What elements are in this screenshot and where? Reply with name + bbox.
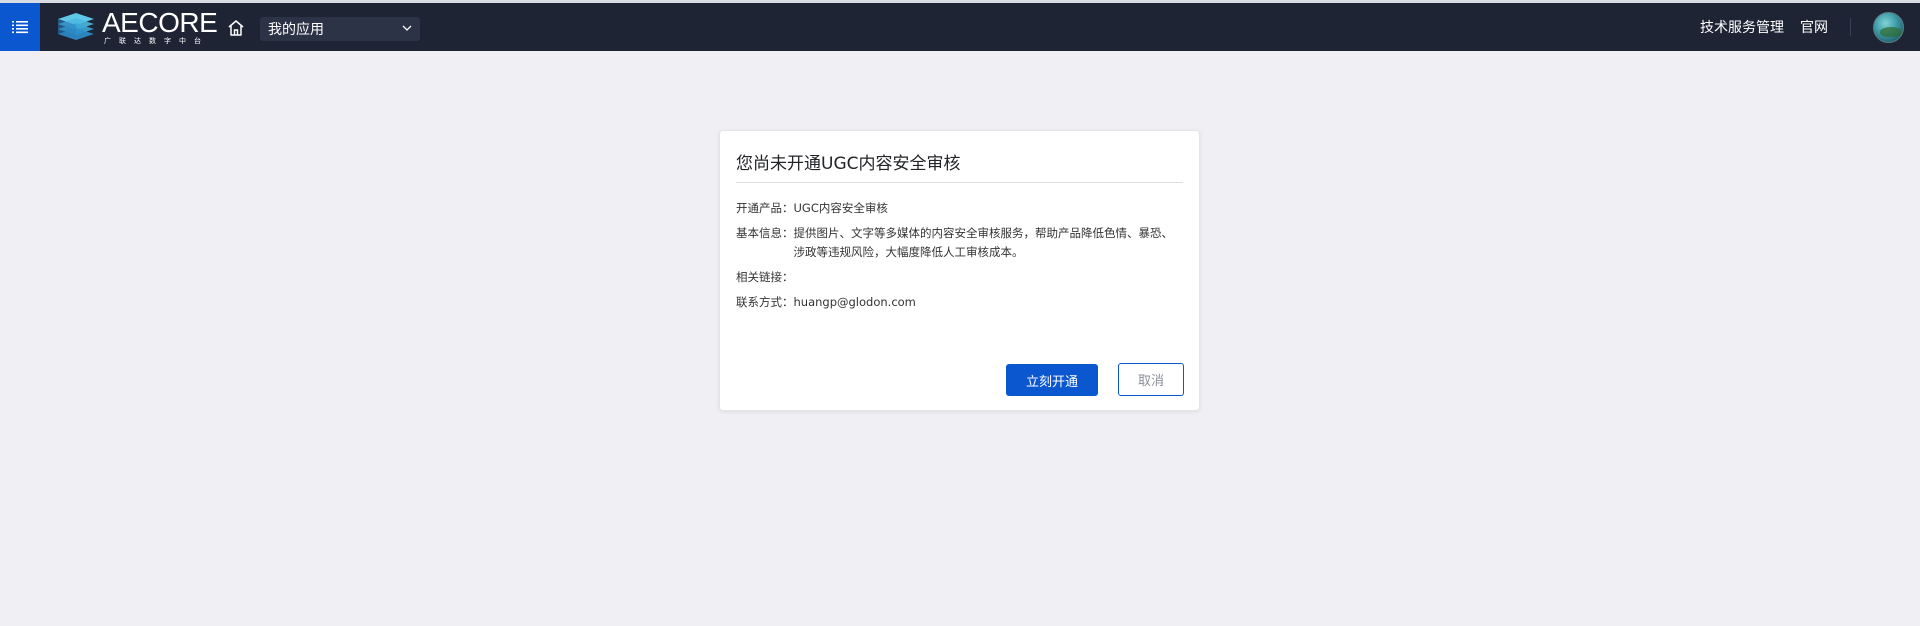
info-label: 联系方式： <box>736 295 794 309</box>
info-value: huangp@glodon.com <box>793 295 916 309</box>
chevron-down-icon <box>402 25 412 31</box>
dialog-divider <box>736 182 1183 183</box>
nav-link-official-site[interactable]: 官网 <box>1800 17 1828 37</box>
user-avatar[interactable] <box>1873 11 1904 43</box>
info-row-contact: 联系方式： huangp@glodon.com <box>736 293 1182 312</box>
app-selector-dropdown[interactable]: 我的应用 <box>260 17 420 41</box>
info-label: 开通产品： <box>736 201 794 215</box>
info-label: 基本信息： <box>736 226 794 240</box>
cancel-button[interactable]: 取消 <box>1118 363 1184 396</box>
header-right-nav: 技术服务管理 官网 <box>1700 3 1920 51</box>
info-row-related-links: 相关链接： <box>736 268 1182 287</box>
info-value: UGC内容安全审核 <box>793 201 888 215</box>
activate-now-button[interactable]: 立刻开通 <box>1006 364 1098 396</box>
nav-link-tech-service[interactable]: 技术服务管理 <box>1700 17 1784 37</box>
info-value: 提供图片、文字等多媒体的内容安全审核服务，帮助产品降低色情、暴恐、涉政等违规风险… <box>793 226 1174 259</box>
info-label: 相关链接： <box>736 270 794 284</box>
logo-subtitle: 广联达数字中台 <box>104 37 209 45</box>
home-icon <box>228 20 244 36</box>
menu-toggle-button[interactable] <box>0 3 40 51</box>
app-selector-value: 我的应用 <box>268 22 324 38</box>
info-value <box>794 268 1182 287</box>
logo-wordmark: AECORE <box>102 7 218 38</box>
dialog-title: 您尚未开通UGC内容安全审核 <box>736 154 961 174</box>
home-button[interactable] <box>226 18 246 38</box>
top-navigation-bar: AECORE 广联达数字中台 我的应用 技术服务管理 官网 <box>0 0 1920 51</box>
activation-dialog: 您尚未开通UGC内容安全审核 开通产品： UGC内容安全审核 基本信息： 提供图… <box>719 130 1200 411</box>
menu-list-icon <box>12 21 28 34</box>
info-row-product: 开通产品： UGC内容安全审核 <box>736 199 1182 218</box>
info-row-basic-info: 基本信息： 提供图片、文字等多媒体的内容安全审核服务，帮助产品降低色情、暴恐、涉… <box>736 224 1182 262</box>
aecore-logo-icon <box>58 13 94 40</box>
aecore-logo[interactable]: AECORE 广联达数字中台 <box>54 7 218 45</box>
nav-divider <box>1850 18 1851 36</box>
